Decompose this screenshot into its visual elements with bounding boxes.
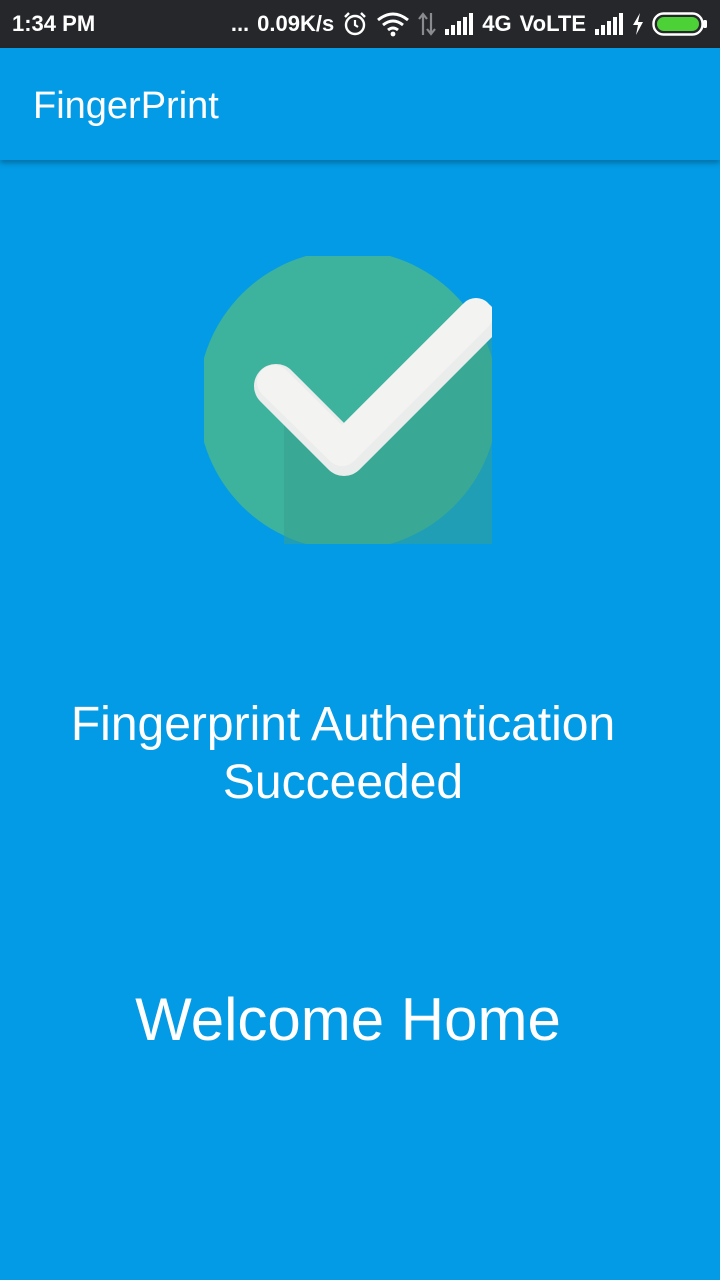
welcome-text: Welcome Home — [135, 986, 561, 1053]
wifi-icon — [376, 11, 410, 37]
battery-icon — [652, 11, 708, 37]
signal-icon — [594, 13, 624, 35]
network-speed: 0.09K/s — [257, 11, 335, 36]
signal-icon — [444, 13, 474, 35]
data-arrows-icon — [418, 11, 437, 37]
auth-status-line-1: Fingerprint Authentication — [70, 698, 616, 751]
status-time: 1:34 PM — [12, 11, 96, 36]
volte-label: VoLTE — [519, 11, 586, 36]
charging-icon — [632, 13, 644, 35]
auth-status-line-2: Succeeded — [222, 756, 464, 809]
status-dots: ... — [230, 11, 250, 36]
auth-status-message: Fingerprint Authentication Succeeded — [0, 696, 686, 812]
check-circle-icon — [204, 256, 498, 544]
app-bar: FingerPrint — [0, 48, 720, 160]
status-icons: ... 0.09K/s 4G VoLTE — [231, 0, 708, 48]
network-type: 4G — [482, 11, 512, 36]
alarm-icon — [342, 11, 368, 37]
app-title: FingerPrint — [33, 85, 219, 127]
status-bar: 1:34 PM ... 0.09K/s 4G VoLTE — [0, 0, 720, 48]
